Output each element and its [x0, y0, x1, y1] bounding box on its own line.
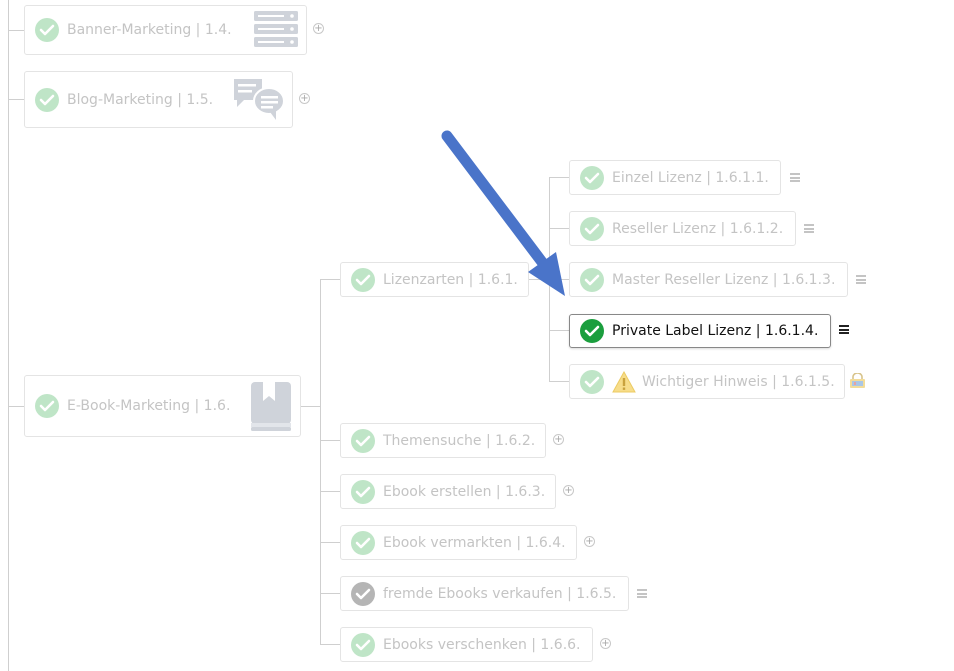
expand-erstellen-plus-icon[interactable]: + [563, 485, 574, 496]
node-label: Wichtiger Hinweis | 1.6.1.5. [642, 373, 835, 390]
connector-ebook-out [300, 406, 321, 407]
check-circle-icon [351, 479, 375, 504]
node-label: fremde Ebooks verkaufen | 1.6.5. [383, 585, 617, 602]
check-circle-icon [580, 165, 604, 190]
connector-reseller [549, 228, 569, 229]
warning-icon [612, 370, 636, 392]
connector-erstellen [320, 491, 340, 492]
node-label: Reseller Lizenz | 1.6.1.2. [612, 220, 784, 237]
menu-reseller-hamburger-icon[interactable] [804, 224, 814, 233]
menu-private-hamburger-icon[interactable] [839, 325, 849, 334]
node-label: Master Reseller Lizenz | 1.6.1.3. [612, 271, 836, 288]
node-label: E-Book-Marketing | 1.6. [67, 398, 231, 414]
expand-themensuche-plus-icon[interactable]: + [553, 434, 564, 445]
node-blog-marketing[interactable]: Blog-Marketing | 1.5. [24, 71, 293, 128]
node-wichtiger-hinweis[interactable]: Wichtiger Hinweis | 1.6.1.5. [569, 364, 845, 399]
connector-private [549, 330, 569, 331]
node-master-reseller-lizenz[interactable]: Master Reseller Lizenz | 1.6.1.3. [569, 262, 848, 297]
expand-banner-plus-icon[interactable]: + [313, 23, 324, 34]
check-circle-icon [351, 530, 375, 555]
bookmark-book-icon [251, 382, 291, 431]
node-label: Lizenzarten | 1.6.1. [383, 271, 518, 288]
expand-vermarkten-plus-icon[interactable]: + [584, 536, 595, 547]
connector-banner [8, 30, 24, 31]
node-label: Einzel Lizenz | 1.6.1.1. [612, 169, 769, 186]
node-label: Private Label Lizenz | 1.6.1.4. [612, 323, 819, 339]
node-reseller-lizenz[interactable]: Reseller Lizenz | 1.6.1.2. [569, 211, 796, 246]
connector-lizenzarten-out [529, 279, 550, 280]
check-circle-icon [351, 632, 375, 657]
node-ebook-marketing[interactable]: E-Book-Marketing | 1.6. [24, 375, 301, 437]
root-connector-vertical [8, 0, 9, 671]
check-circle-icon [580, 216, 604, 241]
node-label: Ebook vermarkten | 1.6.4. [383, 534, 566, 551]
connector-vermarkten [320, 542, 340, 543]
node-label: Ebooks verschenken | 1.6.6. [383, 636, 581, 653]
connector-verschenken [320, 644, 340, 645]
connector-ebook-children [320, 279, 321, 645]
node-einzel-lizenz[interactable]: Einzel Lizenz | 1.6.1.1. [569, 160, 781, 195]
menu-fremde-hamburger-icon[interactable] [637, 589, 647, 598]
connector-ebook [8, 406, 24, 407]
check-circle-icon [580, 369, 604, 394]
node-ebook-erstellen[interactable]: Ebook erstellen | 1.6.3. [340, 474, 556, 509]
check-circle-icon [351, 428, 375, 453]
node-lizenzarten[interactable]: Lizenzarten | 1.6.1. [340, 262, 529, 297]
check-circle-icon [35, 87, 59, 112]
connector-blog [8, 99, 24, 100]
connector-einzel [549, 177, 569, 178]
expand-verschenken-plus-icon[interactable]: + [600, 638, 611, 649]
node-themensuche[interactable]: Themensuche | 1.6.2. [340, 423, 546, 458]
check-circle-icon [35, 394, 59, 418]
node-ebook-vermarkten[interactable]: Ebook vermarkten | 1.6.4. [340, 525, 577, 560]
connector-fremde [320, 593, 340, 594]
menu-einzel-hamburger-icon[interactable] [790, 173, 800, 182]
lock-icon[interactable] [849, 373, 866, 389]
check-circle-icon [580, 267, 604, 292]
node-private-label-lizenz[interactable]: Private Label Lizenz | 1.6.1.4. [569, 314, 831, 348]
node-fremde-ebooks-verkaufen[interactable]: fremde Ebooks verkaufen | 1.6.5. [340, 576, 629, 611]
menu-master-hamburger-icon[interactable] [856, 275, 866, 284]
connector-lizenzarten [320, 279, 340, 280]
node-banner-marketing[interactable]: Banner-Marketing | 1.4. [24, 5, 307, 55]
check-circle-icon [35, 18, 59, 42]
node-label: Banner-Marketing | 1.4. [67, 22, 232, 38]
check-circle-icon [351, 581, 375, 606]
node-label: Themensuche | 1.6.2. [383, 432, 536, 449]
node-label: Blog-Marketing | 1.5. [67, 91, 214, 108]
check-circle-icon [580, 319, 604, 343]
check-circle-icon [351, 267, 375, 292]
connector-master [549, 279, 569, 280]
node-ebooks-verschenken[interactable]: Ebooks verschenken | 1.6.6. [340, 627, 593, 662]
expand-blog-plus-icon[interactable]: + [299, 93, 310, 104]
connector-themensuche [320, 440, 340, 441]
chat-bubbles-icon [234, 79, 285, 120]
server-icon [254, 11, 298, 47]
connector-hinweis [549, 381, 569, 382]
node-label: Ebook erstellen | 1.6.3. [383, 483, 546, 500]
